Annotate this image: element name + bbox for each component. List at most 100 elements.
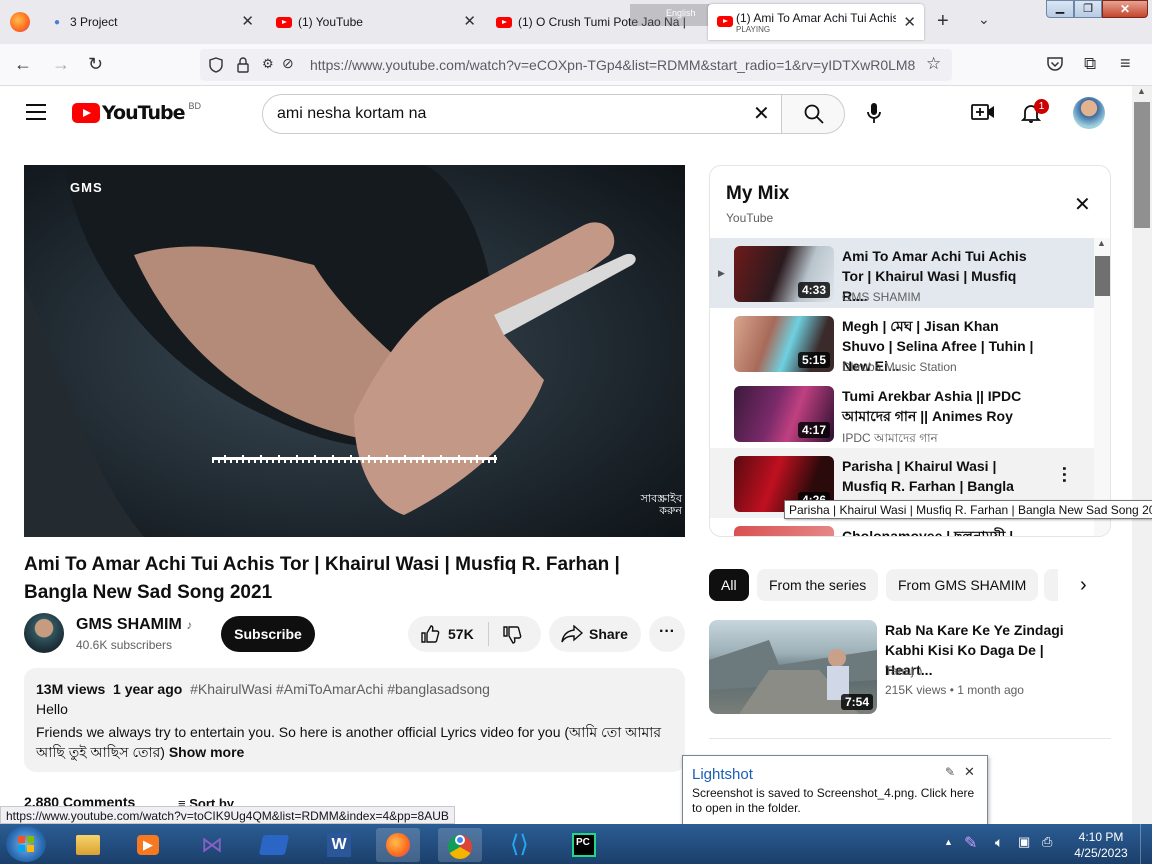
waveform-tick xyxy=(422,455,424,463)
item-menu-icon[interactable]: ··· xyxy=(1054,466,1074,484)
firefox-menu-icon[interactable] xyxy=(10,12,30,32)
waveform-tick xyxy=(278,455,280,463)
app-icon[interactable] xyxy=(252,828,296,862)
minimize-icon[interactable]: ▁ xyxy=(1046,0,1074,18)
waveform-tick xyxy=(374,459,376,463)
list-tabs-chevron-icon[interactable]: ⌄ xyxy=(978,11,990,28)
playlist-item[interactable]: 5:15 Megh | মেঘ | Jisan Khan Shuvo | Sel… xyxy=(710,308,1094,378)
waveform-tick xyxy=(464,459,466,463)
pocket-icon[interactable] xyxy=(1046,56,1064,72)
vscode-icon[interactable]: ⟨⟩ xyxy=(500,828,544,862)
show-more-link[interactable]: Show more xyxy=(169,744,244,760)
mix-scrollbar[interactable]: ▲ xyxy=(1094,238,1110,536)
upload-age: 1 year ago xyxy=(113,681,183,697)
hashtags[interactable]: #KhairulWasi #AmiToAmarAchi #banglasadso… xyxy=(190,681,490,697)
tab-project[interactable]: ● 3 Project ✕ xyxy=(44,4,262,40)
search-input[interactable] xyxy=(277,103,737,125)
notification-settings-icon[interactable]: ✎ xyxy=(945,765,955,779)
microphone-icon[interactable] xyxy=(866,102,882,124)
playlist-item[interactable]: Cholonamoyee | ছলনাময়ী | xyxy=(710,518,1094,536)
extensions-icon[interactable]: ⧉ xyxy=(1084,54,1096,74)
youtube-header: YouTube BD ✕ 1 xyxy=(0,86,1132,142)
notification-close-icon[interactable]: ✕ xyxy=(964,764,975,780)
menu-icon[interactable]: ≡ xyxy=(1120,53,1131,74)
tab-youtube[interactable]: (1) YouTube ✕ xyxy=(266,4,484,40)
shield-icon[interactable] xyxy=(208,57,224,73)
chip-from-series[interactable]: From the series xyxy=(757,569,879,601)
page-scrollbar[interactable]: ▲ xyxy=(1132,86,1152,824)
volume-icon[interactable]: 🔈︎ xyxy=(995,834,1003,851)
visual-studio-icon[interactable]: ⋈ xyxy=(190,828,234,862)
video-player[interactable]: GMS সাবস্ক্রাইব করুন xyxy=(24,165,685,537)
no-autoplay-icon[interactable]: ⊘ xyxy=(282,55,294,72)
recommended-channel-name[interactable]: Tanuj xyxy=(885,664,914,678)
show-hidden-icons-icon[interactable]: ▲ xyxy=(944,837,953,847)
chips-next-chevron-icon[interactable]: › xyxy=(1080,574,1087,597)
word-icon[interactable]: W xyxy=(316,828,360,862)
show-desktop-button[interactable] xyxy=(1140,824,1152,864)
search-button[interactable] xyxy=(781,94,845,134)
waveform-tick xyxy=(326,457,328,463)
channel-avatar[interactable] xyxy=(24,613,64,653)
permissions-icon[interactable]: ⚙ xyxy=(262,56,274,72)
music-note-icon: ♪ xyxy=(917,664,924,678)
create-video-icon[interactable] xyxy=(971,102,995,122)
language-label: English xyxy=(666,8,696,18)
thumbs-up-icon[interactable] xyxy=(420,624,440,644)
lock-icon[interactable] xyxy=(236,57,250,73)
lightshot-notification[interactable]: Lightshot ✎ ✕ Screenshot is saved to Scr… xyxy=(682,755,988,825)
share-button[interactable]: Share xyxy=(549,616,641,652)
chip-all[interactable]: All xyxy=(709,569,749,601)
page-scrollbar-thumb[interactable] xyxy=(1134,102,1150,228)
mix-scrollbar-thumb[interactable] xyxy=(1095,256,1110,296)
youtube-logo[interactable]: YouTube BD xyxy=(72,101,201,124)
playlist-item[interactable]: 4:17 Tumi Arekbar Ashia || IPDC আমাদের গ… xyxy=(710,378,1094,448)
windows-logo-icon xyxy=(18,836,34,852)
scroll-up-icon[interactable]: ▲ xyxy=(1137,86,1146,96)
bookmark-star-icon[interactable]: ☆ xyxy=(926,54,941,74)
waveform-tick xyxy=(272,457,274,463)
mix-scroll-up-icon[interactable]: ▲ xyxy=(1097,238,1106,248)
network-icon[interactable]: ▣ xyxy=(1018,834,1030,850)
media-player-icon[interactable]: ▶ xyxy=(126,828,170,862)
system-clock[interactable]: 4:10 PM 4/25/2023 xyxy=(1068,829,1134,861)
new-tab-icon[interactable]: + xyxy=(937,10,949,33)
chrome-icon[interactable] xyxy=(438,828,482,862)
reload-icon[interactable]: ↻ xyxy=(88,54,103,74)
close-tab-icon[interactable]: ✕ xyxy=(903,13,916,31)
restore-icon[interactable]: ❐ xyxy=(1074,0,1102,18)
pycharm-icon[interactable]: PC xyxy=(562,828,606,862)
firefox-taskbar-icon[interactable] xyxy=(376,828,420,862)
close-tab-icon[interactable]: ✕ xyxy=(463,12,476,30)
tab-label: 3 Project xyxy=(70,15,118,29)
clear-search-icon[interactable]: ✕ xyxy=(753,101,770,126)
waveform-tick xyxy=(494,455,496,463)
close-tab-icon[interactable]: ✕ xyxy=(241,12,254,30)
user-avatar[interactable] xyxy=(1073,97,1105,129)
waveform-tick xyxy=(290,457,292,463)
thumbs-down-icon[interactable] xyxy=(502,625,522,645)
start-button[interactable] xyxy=(6,826,46,862)
channel-name[interactable]: GMS SHAMIM ♪ xyxy=(76,616,192,634)
close-mix-icon[interactable]: ✕ xyxy=(1074,192,1091,217)
lightshot-tray-icon[interactable]: ✎ xyxy=(964,833,977,853)
chip-partial[interactable] xyxy=(1044,569,1058,601)
back-icon[interactable]: ← xyxy=(14,54,32,74)
file-explorer-icon[interactable] xyxy=(66,828,110,862)
action-center-icon[interactable]: ⎙ xyxy=(1042,834,1052,850)
subscribe-button[interactable]: Subscribe xyxy=(221,616,315,652)
tab-ami-to-amar[interactable]: (1) Ami To Amar Achi Tui Achis PLAYING ✕ xyxy=(708,4,924,40)
url-text[interactable]: https://www.youtube.com/watch?v=eCOXpn-T… xyxy=(310,57,920,73)
chip-from-channel[interactable]: From GMS SHAMIM xyxy=(886,569,1039,601)
forward-icon[interactable]: → xyxy=(52,54,70,74)
playlist-item[interactable]: ▶ 4:33 Ami To Amar Achi Tui Achis Tor | … xyxy=(710,238,1094,308)
hamburger-menu-icon[interactable] xyxy=(26,104,46,120)
like-count[interactable]: 57K xyxy=(448,626,474,642)
url-bar[interactable]: ⚙ ⊘ https://www.youtube.com/watch?v=eCOX… xyxy=(200,49,952,81)
music-note-icon: ♪ xyxy=(186,618,193,632)
description-box[interactable]: 13M views 1 year ago #KhairulWasi #AmiTo… xyxy=(24,668,685,772)
recommended-thumbnail[interactable]: 7:54 xyxy=(709,620,877,714)
more-actions-icon[interactable]: ··· xyxy=(649,616,685,652)
close-window-icon[interactable]: ✕ xyxy=(1102,0,1148,18)
waveform-tick xyxy=(296,455,298,463)
